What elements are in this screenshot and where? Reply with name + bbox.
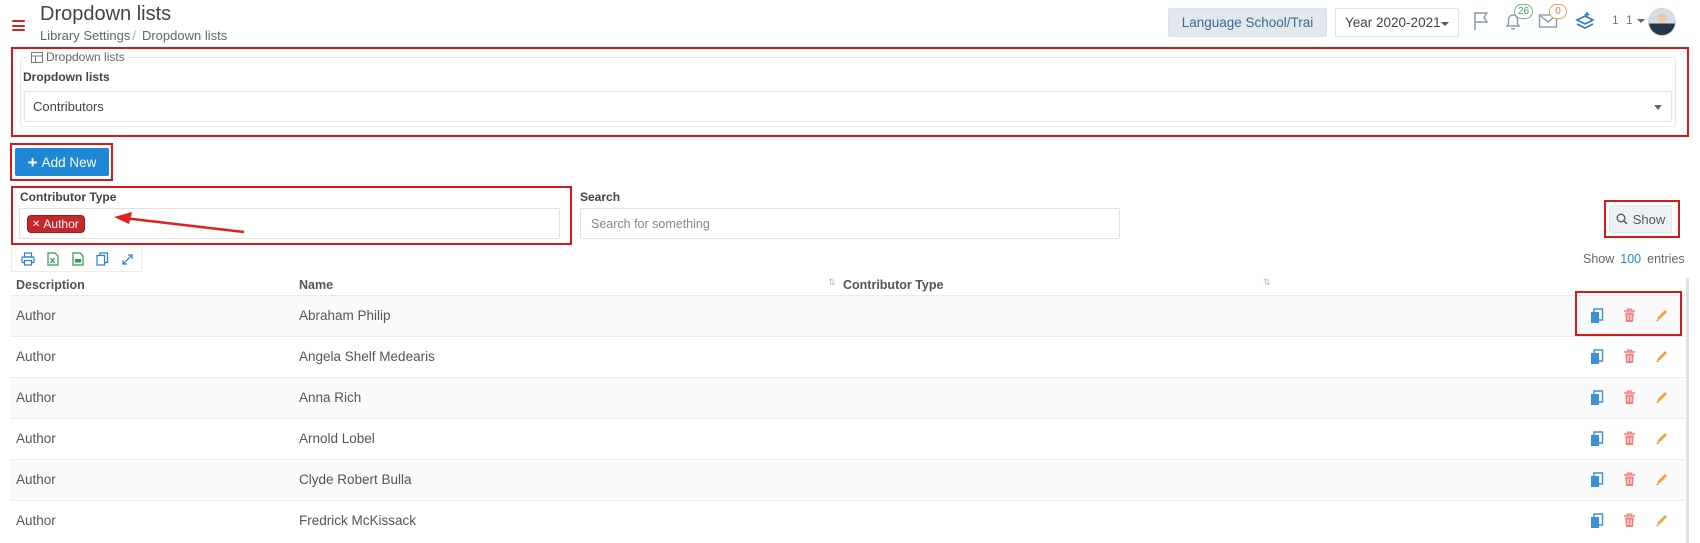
breadcrumb: Library Settings / Dropdown lists (40, 28, 227, 43)
copy-icon[interactable] (1590, 513, 1606, 530)
delete-icon[interactable] (1623, 308, 1639, 325)
show-button-label: Show (1632, 211, 1666, 227)
contributor-type-label: Contributor Type (20, 190, 117, 204)
column-header-description[interactable]: Description (16, 278, 85, 292)
menu-toggle-icon[interactable] (12, 20, 25, 31)
column-header-name[interactable]: Name (299, 278, 333, 292)
messages-badge: 0 (1549, 4, 1567, 19)
panel-legend-text: Dropdown lists (46, 50, 125, 64)
cell-description: Author (16, 308, 56, 323)
annotation-arrow-icon (114, 212, 245, 234)
dropdown-list-select-value: Contributors (33, 99, 104, 114)
export-toolbar (11, 247, 142, 272)
plus-icon: + (27, 152, 38, 172)
user-name[interactable]: 1 1 (1612, 13, 1635, 27)
edit-icon[interactable] (1655, 349, 1671, 366)
breadcrumb-separator: / (132, 28, 136, 43)
cell-name: Abraham Philip (299, 308, 391, 323)
page-title: Dropdown lists (40, 3, 172, 25)
add-new-label: Add New (41, 154, 97, 170)
search-icon (1616, 213, 1628, 225)
edit-icon[interactable] (1655, 472, 1671, 489)
chevron-down-icon (1441, 22, 1449, 26)
csv-icon[interactable] (68, 250, 87, 269)
show-button[interactable]: Show (1609, 205, 1672, 233)
table-row: Author Angela Shelf Medearis (10, 336, 1685, 377)
scrollbar[interactable] (1686, 278, 1689, 543)
search-input[interactable]: Search for something (580, 208, 1120, 239)
copy-icon[interactable] (1590, 349, 1606, 366)
contributor-type-multiselect[interactable]: ✕ Author (19, 208, 560, 239)
notifications-badge: 26 (1514, 4, 1534, 19)
delete-icon[interactable] (1623, 349, 1639, 366)
breadcrumb-item-dropdown-lists: Dropdown lists (141, 28, 228, 43)
search-label: Search (580, 190, 621, 204)
sort-icon[interactable]: ⇅ (828, 277, 835, 288)
expand-icon[interactable] (118, 250, 137, 269)
chevron-down-icon[interactable] (1637, 19, 1645, 23)
cell-name: Arnold Lobel (299, 431, 375, 446)
cell-name: Anna Rich (299, 390, 362, 405)
add-new-button[interactable]: + Add New (15, 148, 109, 176)
excel-icon[interactable] (43, 250, 62, 269)
cell-name: Angela Shelf Medearis (299, 349, 435, 364)
dropdown-lists-label: Dropdown lists (23, 70, 110, 84)
apps-stack-icon[interactable] (1574, 10, 1596, 32)
table-row: Author Clyde Robert Bulla (10, 459, 1685, 500)
column-header-contributor-type[interactable]: Contributor Type (843, 278, 943, 292)
edit-icon[interactable] (1655, 308, 1671, 325)
selected-tag-label: Author (43, 217, 79, 231)
print-icon[interactable] (18, 250, 37, 269)
remove-tag-icon[interactable]: ✕ (32, 219, 40, 230)
page-size-control: Show 100 entries (1583, 252, 1685, 266)
mail-icon[interactable]: 0 (1537, 4, 1567, 32)
flag-icon[interactable] (1471, 10, 1493, 32)
school-selector-button[interactable]: Language School/Trai (1168, 8, 1327, 37)
cell-description: Author (16, 390, 56, 405)
bell-icon[interactable]: 26 (1502, 4, 1534, 32)
show-suffix: entries (1647, 252, 1685, 266)
table-row: Author Fredrick McKissack (10, 500, 1685, 541)
copy-icon[interactable] (1590, 390, 1606, 407)
cell-name: Clyde Robert Bulla (299, 472, 412, 487)
delete-icon[interactable] (1623, 472, 1639, 489)
panel-legend: Dropdown lists (28, 50, 128, 64)
cell-description: Author (16, 513, 56, 528)
cell-name: Fredrick McKissack (299, 513, 417, 528)
delete-icon[interactable] (1623, 431, 1639, 448)
delete-icon[interactable] (1623, 390, 1639, 407)
edit-icon[interactable] (1655, 431, 1671, 448)
copy-icon[interactable] (1590, 431, 1606, 448)
edit-icon[interactable] (1655, 390, 1671, 407)
year-select-value: Year 2020-2021 (1345, 15, 1441, 30)
show-prefix: Show (1583, 252, 1615, 266)
breadcrumb-item-library-settings[interactable]: Library Settings (40, 28, 130, 43)
selected-tag-author[interactable]: ✕ Author (27, 215, 85, 233)
copy-icon[interactable] (1590, 472, 1606, 489)
table-row: Author Anna Rich (10, 377, 1685, 418)
edit-icon[interactable] (1655, 513, 1671, 530)
avatar[interactable] (1648, 8, 1676, 36)
copy-icon[interactable] (1590, 308, 1606, 325)
table-icon (31, 51, 43, 63)
delete-icon[interactable] (1623, 513, 1639, 530)
cell-description: Author (16, 431, 56, 446)
cell-description: Author (16, 472, 56, 487)
sort-icon[interactable]: ⇅ (1263, 277, 1270, 288)
chevron-down-icon (1654, 105, 1662, 110)
year-select[interactable]: Year 2020-2021 (1335, 8, 1459, 37)
table-row: Author Abraham Philip (10, 295, 1685, 336)
dropdown-list-select[interactable]: Contributors (24, 91, 1672, 122)
copy-icon[interactable] (93, 250, 112, 269)
table-row: Author Arnold Lobel (10, 418, 1685, 459)
cell-description: Author (16, 349, 56, 364)
page-size-select[interactable]: 100 (1620, 252, 1641, 266)
